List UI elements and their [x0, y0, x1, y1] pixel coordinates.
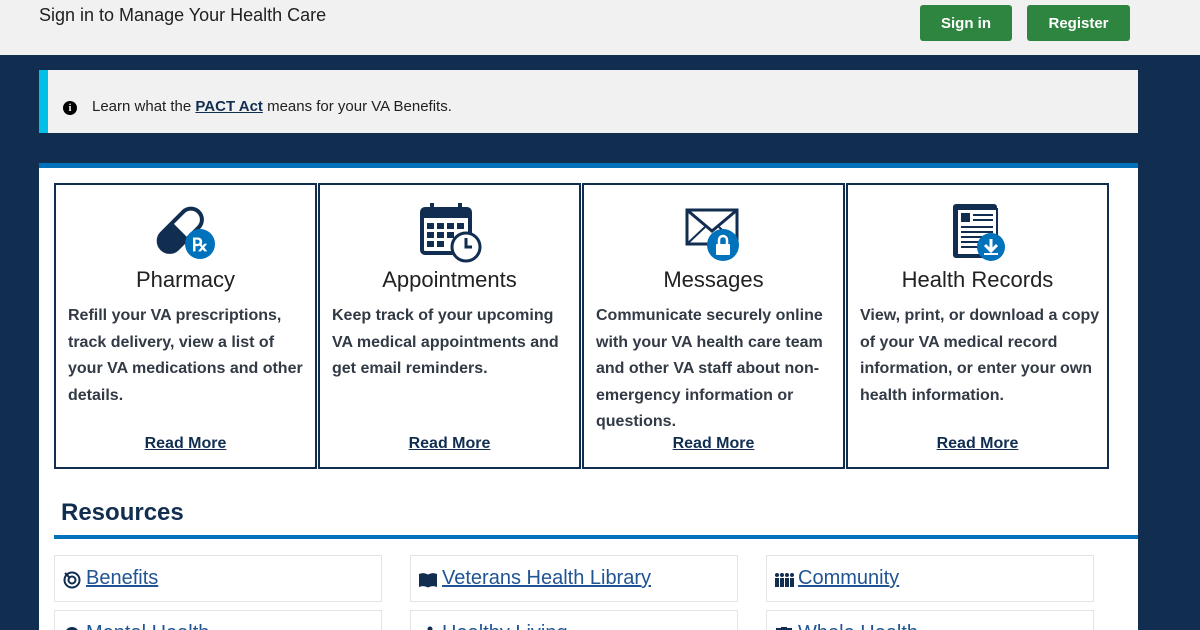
resource-label[interactable]: Benefits: [86, 567, 158, 590]
alert-text: Learn what the PACT Act means for your V…: [92, 98, 452, 115]
resource-label[interactable]: Healthy Living: [442, 622, 568, 630]
card-description: View, print, or download a copy of your …: [860, 307, 1100, 404]
card-health-records: Health Records View, print, or download …: [846, 183, 1109, 469]
card-description: Communicate securely online with your VA…: [596, 307, 823, 430]
resource-label[interactable]: Community: [798, 567, 899, 590]
clipboard-icon: [776, 627, 792, 630]
head-icon: [66, 627, 78, 630]
card-description: Keep track of your upcoming VA medical a…: [332, 307, 559, 377]
page-title: Sign in to Manage Your Health Care: [39, 5, 327, 25]
resource-veterans-health-library[interactable]: Veterans Health Library: [410, 555, 738, 602]
resource-label[interactable]: Mental Health: [86, 622, 209, 630]
book-icon: [419, 573, 437, 588]
pharmacy-pill-rx-icon: ℞: [56, 201, 315, 265]
card-messages: Messages Communicate securely online wit…: [582, 183, 845, 469]
calendar-clock-icon: [320, 201, 579, 265]
benefits-icon: [63, 571, 81, 589]
card-description: Refill your VA prescriptions, track deli…: [68, 307, 303, 404]
card-appointments: Appointments Keep track of your upcoming…: [318, 183, 581, 469]
resources-heading: Resources: [61, 499, 184, 526]
card-title: Messages: [663, 267, 764, 292]
register-button[interactable]: Register: [1027, 5, 1130, 41]
record-download-icon: [848, 201, 1107, 265]
svg-text:℞: ℞: [191, 235, 207, 255]
running-icon: [427, 626, 433, 630]
resource-mental-health[interactable]: Mental Health: [54, 610, 382, 630]
top-bar: Sign in to Manage Your Health Care Sign …: [0, 0, 1200, 55]
resource-label[interactable]: Veterans Health Library: [442, 567, 651, 590]
info-icon: i: [63, 101, 77, 115]
card-title: Pharmacy: [135, 267, 236, 292]
read-more-link[interactable]: Read More: [56, 435, 315, 453]
resource-label[interactable]: Whole Health: [798, 622, 918, 630]
sign-in-button[interactable]: Sign in: [920, 5, 1012, 41]
pact-act-link[interactable]: PACT Act: [195, 98, 263, 115]
resources-divider: [54, 535, 1138, 539]
read-more-link[interactable]: Read More: [584, 435, 843, 453]
info-alert: i Learn what the PACT Act means for your…: [39, 70, 1138, 133]
envelope-lock-icon: [584, 201, 843, 265]
resource-community[interactable]: Community: [766, 555, 1094, 602]
alert-text-before: Learn what the: [92, 98, 196, 115]
read-more-link[interactable]: Read More: [848, 435, 1107, 453]
resource-whole-health[interactable]: Whole Health: [766, 610, 1094, 630]
card-pharmacy: ℞ Pharmacy Refill your VA prescriptions,…: [54, 183, 317, 469]
community-icon: [775, 573, 794, 587]
alert-text-after: means for your VA Benefits.: [262, 98, 452, 115]
read-more-link[interactable]: Read More: [320, 435, 579, 453]
resource-benefits[interactable]: Benefits: [54, 555, 382, 602]
card-title: Health Records: [901, 267, 1054, 292]
card-title: Appointments: [382, 267, 517, 292]
resource-healthy-living[interactable]: Healthy Living: [410, 610, 738, 630]
